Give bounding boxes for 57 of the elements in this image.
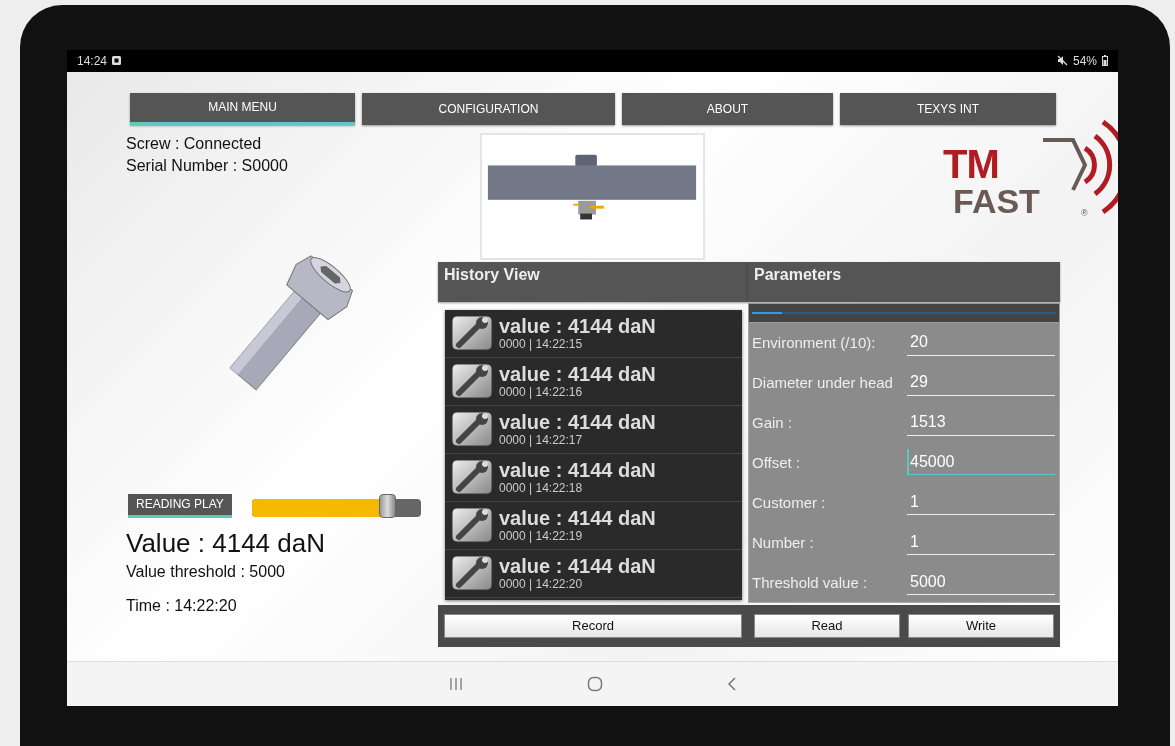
parameter-label: Offset :: [752, 453, 802, 471]
history-item[interactable]: value : 4144 daN 0000 | 14:22:17: [445, 405, 742, 454]
history-value: value : 4144 daN: [499, 555, 656, 578]
history-value: value : 4144 daN: [499, 507, 656, 530]
wrench-icon: [451, 363, 493, 400]
parameter-action-button[interactable]: Read: [754, 613, 900, 638]
parameter-label: Number :: [752, 533, 815, 551]
parameter-action-button[interactable]: Write: [908, 613, 1054, 638]
wrench-icon: [451, 507, 493, 544]
battery-icon: [1102, 55, 1108, 67]
parameter-label: Threshold value :: [752, 573, 869, 591]
status-time: 14:24: [77, 54, 108, 68]
history-value: value : 4144 daN: [499, 411, 656, 434]
menu-tab[interactable]: CONFIGURATION: [362, 92, 615, 125]
history-timestamp: 0000 | 14:22:20: [499, 577, 584, 592]
mute-icon: [1056, 55, 1068, 67]
parameters-header: Parameters: [748, 261, 1060, 302]
home-icon[interactable]: [586, 676, 603, 693]
battery-percent: 54%: [1072, 54, 1097, 68]
wrench-icon: [451, 315, 493, 352]
history-item[interactable]: value : 4144 daN 0000 | 14:22:15: [445, 309, 742, 358]
menu-tab[interactable]: TEXYS INT: [840, 92, 1056, 125]
parameter-label: Diameter under head: [752, 374, 894, 392]
wrench-icon: [451, 459, 493, 496]
history-value: value : 4144 daN: [499, 315, 656, 338]
parameter-label: Customer :: [752, 493, 827, 511]
parameter-label: Gain :: [752, 414, 794, 432]
wrench-icon: [451, 411, 493, 448]
history-timestamp: 0000 | 14:22:18: [499, 481, 584, 496]
parameter-label: Environment (/10):: [752, 334, 877, 352]
history-item[interactable]: value : 4144 daN 0000 | 14:22:19: [445, 501, 742, 550]
history-item[interactable]: value : 4144 daN 0000 | 14:22:16: [445, 357, 742, 406]
history-header: History View: [438, 261, 748, 302]
value-reading: Value : 4144 daN: [126, 527, 326, 559]
slider-thumb[interactable]: [379, 493, 396, 518]
registered-mark: ®: [1081, 207, 1088, 218]
history-timestamp: 0000 | 14:22:15: [499, 337, 584, 352]
menu-tab[interactable]: ABOUT: [622, 92, 833, 125]
back-icon[interactable]: [726, 677, 737, 692]
history-value: value : 4144 daN: [499, 459, 656, 482]
slider-track[interactable]: [251, 498, 421, 517]
history-timestamp: 0000 | 14:22:19: [499, 529, 584, 544]
wrench-icon: [451, 555, 493, 592]
history-timestamp: 0000 | 14:22:16: [499, 385, 584, 400]
time-reading: Time : 14:22:20: [126, 596, 238, 615]
recent-apps-icon[interactable]: [448, 677, 463, 692]
screw-status: Screw : Connected: [126, 134, 263, 153]
history-item[interactable]: value : 4144 daN 0000 | 14:22:20: [445, 549, 742, 598]
history-value: value : 4144 daN: [499, 363, 656, 386]
notification-icon: [112, 56, 122, 66]
serial-number: Serial Number : S0000: [126, 156, 289, 175]
value-threshold: Value threshold : 5000: [126, 562, 286, 581]
menu-tab[interactable]: MAIN MENU: [130, 92, 355, 125]
record-button[interactable]: Record: [444, 613, 742, 638]
history-item[interactable]: value : 4144 daN 0000 | 14:22:18: [445, 453, 742, 502]
history-timestamp: 0000 | 14:22:17: [499, 433, 584, 448]
reading-play-button[interactable]: READING PLAY: [128, 493, 232, 518]
